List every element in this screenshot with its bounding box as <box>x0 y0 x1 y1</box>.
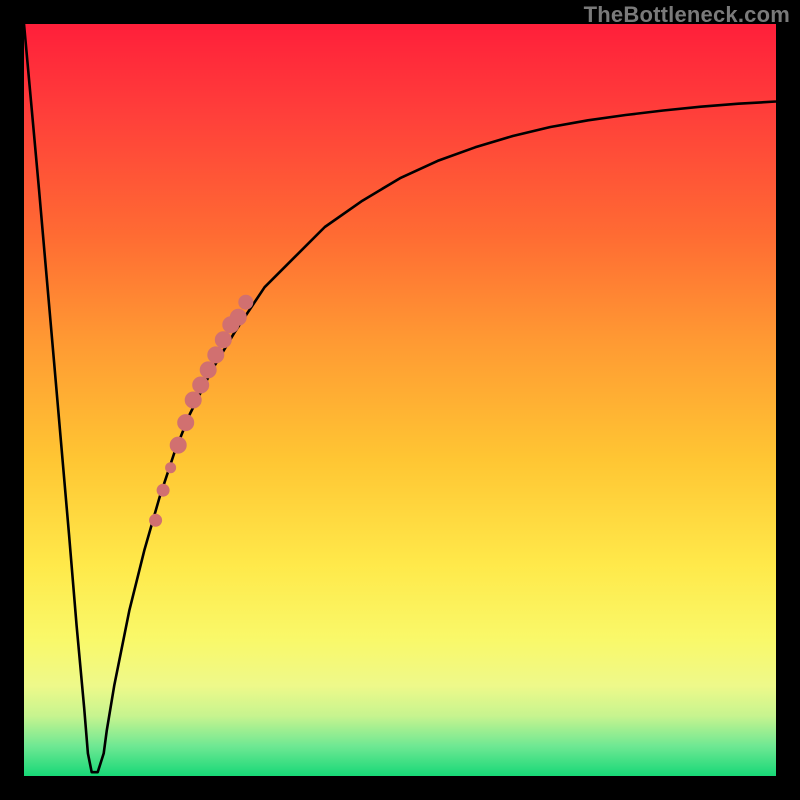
data-marker <box>239 295 253 309</box>
data-markers <box>150 295 253 526</box>
bottleneck-curve <box>24 24 776 772</box>
bottleneck-curve-path <box>24 24 776 772</box>
chart-overlay-svg <box>24 24 776 776</box>
data-marker <box>185 392 201 408</box>
data-marker <box>150 514 162 526</box>
data-marker <box>166 463 176 473</box>
data-marker <box>230 309 246 325</box>
data-marker <box>170 437 186 453</box>
chart-plot-area <box>24 24 776 776</box>
data-marker <box>215 332 231 348</box>
data-marker <box>157 484 169 496</box>
data-marker <box>208 347 224 363</box>
data-marker <box>178 415 194 431</box>
watermark-text: TheBottleneck.com <box>584 2 790 28</box>
data-marker <box>200 362 216 378</box>
data-marker <box>193 377 209 393</box>
